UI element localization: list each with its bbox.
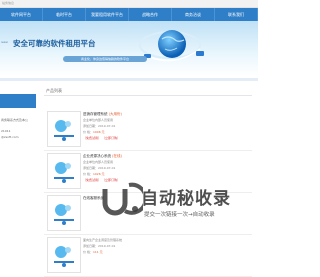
price-label: 价 格： bbox=[83, 130, 93, 134]
banner-subtitle: 商业化，你身边值得信赖的软件平台 bbox=[63, 56, 147, 62]
nav-item-platform[interactable]: 软件网平台 bbox=[0, 8, 43, 21]
sidebar-contact-line: 商务联系方式及本公 bbox=[1, 118, 29, 122]
product-thumbnail[interactable] bbox=[47, 237, 81, 273]
free-trial-button[interactable]: 〔免费试用〕 bbox=[83, 136, 101, 140]
product-logo-icon bbox=[54, 120, 74, 141]
product-tag: (在线) bbox=[112, 154, 122, 158]
order-button[interactable]: 〔立即订购〕 bbox=[102, 136, 120, 140]
banner-brand: ieasi bbox=[1, 40, 8, 44]
nav-item-cooperation[interactable]: 战略合作 bbox=[129, 8, 172, 21]
sidebar: 商务联系方式及本公 21011 @zsoft.com bbox=[0, 94, 38, 263]
top-bar: 站务信息 bbox=[0, 0, 258, 8]
product-name[interactable]: 企业资源决心系统 (在线) bbox=[83, 154, 122, 159]
product-title[interactable]: 企业资源决心系统 bbox=[83, 154, 111, 158]
product-date: 添加日期：2019-07-01 bbox=[83, 244, 116, 248]
nav-item-business[interactable]: 商务洽谈 bbox=[172, 8, 215, 21]
main-nav: 软件网平台 临时平台 我要租用软件平台 战略合作 商务洽谈 联系我们 bbox=[0, 8, 258, 21]
hero-banner: ieasi 安全可靠的软件租用平台 商业化，你身边值得信赖的软件平台 bbox=[0, 21, 258, 76]
product-item[interactable]: 进销存管理系统 (大用份) 企业单位内部人员使用 添加日期：2019-07-01… bbox=[44, 108, 252, 151]
sidebar-header bbox=[0, 94, 36, 108]
nav-item-contact[interactable]: 联系我们 bbox=[215, 8, 258, 21]
heading-rule bbox=[44, 95, 252, 96]
product-thumbnail[interactable] bbox=[47, 195, 81, 231]
product-title[interactable]: 进销存管理系统 bbox=[83, 112, 108, 116]
product-publisher: 企业单位内部人员使用 bbox=[83, 160, 114, 164]
product-tag: (大用份) bbox=[108, 112, 122, 116]
product-logo-icon bbox=[54, 246, 74, 267]
top-bar-text: 站务信息 bbox=[2, 1, 15, 5]
product-name[interactable]: 进销存管理系统 (大用份) bbox=[83, 112, 122, 117]
nav-item-rent[interactable]: 我要租用软件平台 bbox=[86, 8, 129, 21]
price-value: 1026 元 bbox=[92, 172, 105, 176]
watermark-logo-icon bbox=[102, 182, 143, 216]
product-date: 添加日期：2019-07-01 bbox=[83, 124, 116, 128]
sidebar-contact-email: @zsoft.com bbox=[1, 135, 19, 139]
product-list-heading: 产品列表 bbox=[46, 88, 62, 93]
nav-item-temporary[interactable]: 临时平台 bbox=[43, 8, 86, 21]
watermark-caption: 提交一次链接一次→自动收录 bbox=[144, 212, 215, 218]
product-publisher: 企业单位内部人员使用 bbox=[83, 118, 114, 122]
price-value: 111 元 bbox=[92, 250, 103, 254]
watermark-title: 自动秘收录 bbox=[141, 189, 231, 209]
product-thumbnail[interactable] bbox=[47, 153, 81, 189]
price-label: 价 格： bbox=[83, 250, 93, 254]
product-price: 价 格：1026 元 bbox=[83, 172, 105, 176]
product-price: 价 格：1006 元 bbox=[83, 130, 105, 134]
sidebar-contact-line: 21011 bbox=[1, 129, 11, 133]
product-logo-icon bbox=[54, 162, 74, 183]
product-actions: 〔免费试用〕 〔立即订购〕 bbox=[83, 136, 120, 141]
price-value: 1006 元 bbox=[92, 130, 105, 134]
product-logo-icon bbox=[54, 204, 74, 225]
section-divider bbox=[0, 78, 258, 81]
product-date: 添加日期：2019-07-01 bbox=[83, 166, 116, 170]
watermark-overlay: 自动秘收录 提交一次链接一次→自动收录 bbox=[99, 177, 249, 241]
price-label: 价 格： bbox=[83, 172, 93, 176]
product-price: 价 格：111 元 bbox=[83, 250, 103, 254]
banner-title: 安全可靠的软件租用平台 bbox=[13, 39, 96, 48]
product-thumbnail[interactable] bbox=[47, 111, 81, 147]
